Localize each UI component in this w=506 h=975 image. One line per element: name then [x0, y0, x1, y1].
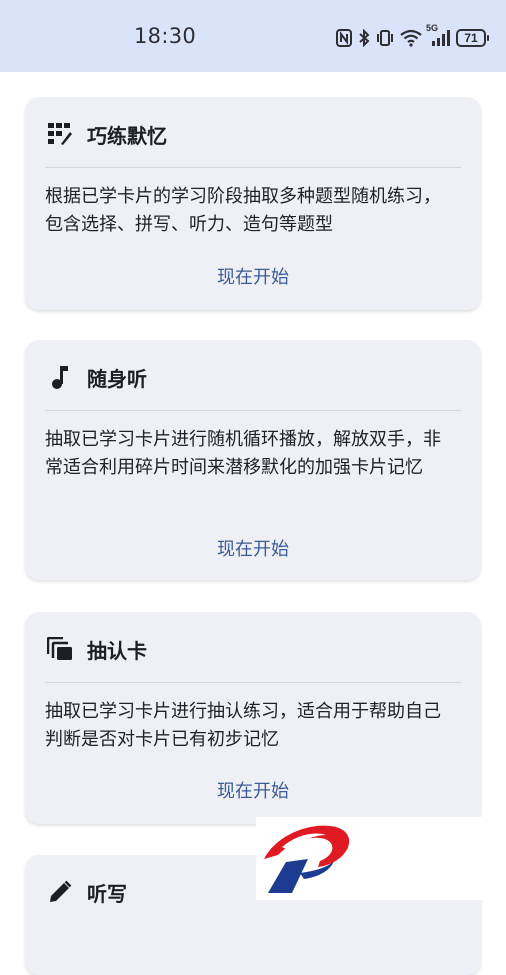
divider — [45, 682, 461, 683]
card-title: 随身听 — [87, 366, 147, 391]
cellular-signal-icon: 5G — [426, 23, 450, 47]
wifi-icon — [400, 29, 422, 47]
card-quiz-practice: 巧练默忆 根据已学卡片的学习阶段抽取多种题型随机练习，包含选择、拼写、听力、造句… — [25, 97, 481, 310]
battery-level: 71 — [464, 31, 478, 45]
card-description: 根据已学卡片的学习阶段抽取多种题型随机练习，包含选择、拼写、听力、造句等题型 — [45, 186, 441, 235]
card-header: 巧练默忆 — [47, 119, 461, 149]
pencil-icon — [47, 879, 73, 905]
vibrate-icon — [376, 29, 394, 47]
flashcards-icon — [47, 636, 73, 662]
quiz-practice-icon — [47, 121, 73, 147]
watermark-logo — [256, 817, 506, 900]
divider — [45, 410, 461, 411]
card-description: 抽取已学习卡片进行抽认练习，适合用于帮助自己判断是否对卡片已有初步记忆 — [45, 701, 441, 750]
start-now-button[interactable]: 现在开始 — [25, 535, 481, 561]
card-description: 抽取已学习卡片进行随机循环播放，解放双手，非常适合利用碎片时间来潜移默化的加强卡… — [45, 429, 441, 478]
music-note-icon — [47, 364, 73, 390]
battery-icon: 71 — [456, 29, 489, 47]
start-now-button[interactable]: 现在开始 — [25, 263, 481, 289]
card-title: 巧练默忆 — [87, 123, 167, 148]
status-icons: 5G 71 — [336, 23, 489, 50]
card-header: 抽认卡 — [47, 634, 461, 664]
card-title: 抽认卡 — [87, 638, 147, 663]
divider — [45, 167, 461, 168]
start-now-button[interactable]: 现在开始 — [25, 777, 481, 803]
card-title: 听写 — [87, 881, 127, 906]
network-type-label: 5G — [426, 23, 439, 33]
card-listen-on-the-go: 随身听 抽取已学习卡片进行随机循环播放，解放双手，非常适合利用碎片时间来潜移默化… — [25, 340, 481, 580]
card-header: 随身听 — [47, 362, 461, 392]
bluetooth-icon — [358, 29, 370, 47]
nfc-icon — [336, 29, 352, 47]
status-bar: 18:30 5G 71 — [0, 0, 506, 72]
logo-icon — [264, 825, 350, 893]
card-flashcards: 抽认卡 抽取已学习卡片进行抽认练习，适合用于帮助自己判断是否对卡片已有初步记忆 … — [25, 612, 481, 824]
status-time: 18:30 — [134, 24, 197, 48]
